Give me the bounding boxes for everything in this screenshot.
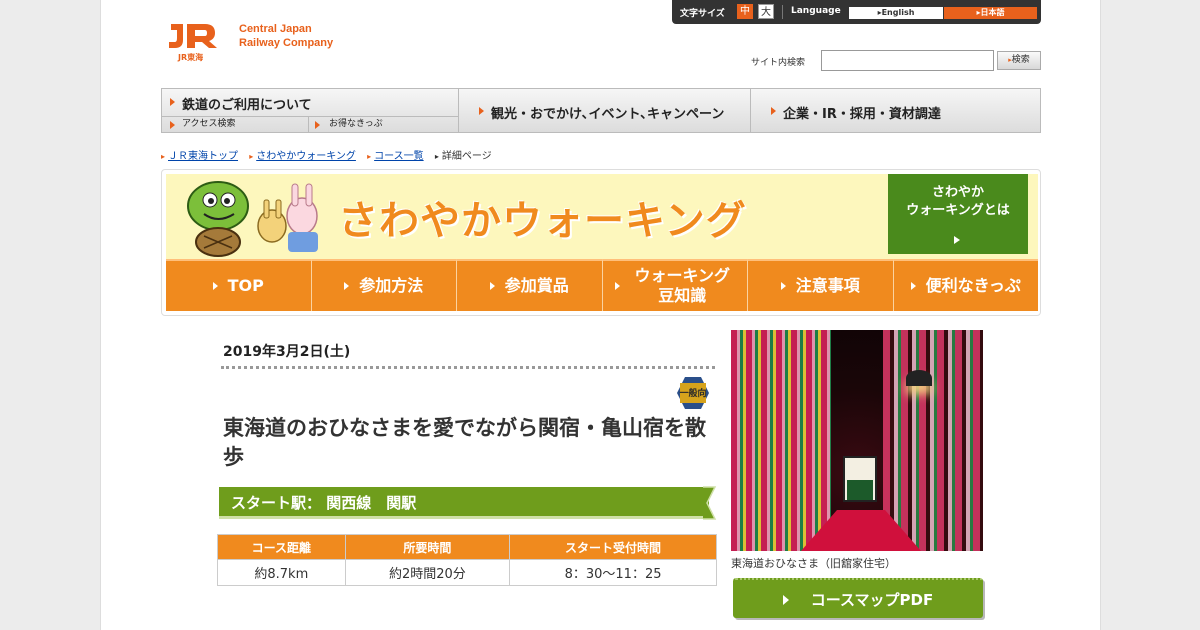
- breadcrumb: ▸ ＪＲ東海トップ ▸ さわやかウォーキング ▸ コース一覧 ▸ 詳細ページ: [161, 147, 500, 162]
- nav-corporate[interactable]: 企業・IR・採用・資材調達: [751, 89, 1040, 132]
- walking-banner: さわやかウォーキング さわやか ウォーキングとは TOP 参加方法 参加賞品 ウ…: [161, 169, 1041, 316]
- global-nav: 鉄道のご利用について アクセス検索 お得なきっぷ 観光・おでかけ､イベント､キャ…: [161, 88, 1041, 133]
- dotted-divider: [221, 366, 715, 369]
- value-duration: 約2時間20分: [344, 559, 511, 586]
- lamp-icon: [906, 370, 932, 386]
- table-row: 約8.7km 約2時間20分 8：30～11：25: [217, 559, 717, 586]
- arrow-icon: ▸: [249, 152, 254, 161]
- language-label: Language: [791, 6, 841, 16]
- menu-useful-tickets[interactable]: 便利なきっぷ: [893, 259, 1038, 311]
- search-button-label: 検索: [1011, 55, 1030, 65]
- menu-how-to-join[interactable]: 参加方法: [311, 259, 457, 311]
- jr-logo-mark-icon: [169, 24, 217, 48]
- course-photo: [731, 330, 983, 551]
- about-walking-line1: さわやか: [931, 185, 984, 200]
- nav-tourism-events[interactable]: 観光・おでかけ､イベント､キャンペーン: [459, 89, 751, 132]
- logo-company-name: Central Japan Railway Company: [239, 22, 333, 50]
- arrow-icon: ▸: [161, 152, 166, 161]
- language-english-button[interactable]: ▸English: [849, 7, 943, 19]
- arrow-icon: [315, 121, 320, 129]
- arrow-icon: [489, 282, 495, 290]
- page: Central Japan Railway Company JR東海 文字サイズ…: [100, 0, 1101, 630]
- menu-notes[interactable]: 注意事項: [748, 259, 894, 311]
- logo-name-line2: Railway Company: [239, 37, 334, 49]
- mascot-characters-icon: [187, 181, 318, 257]
- search-button[interactable]: ▸検索: [997, 51, 1041, 70]
- table-header-row: コース距離 所要時間 スタート受付時間: [217, 534, 717, 560]
- breadcrumb-walking[interactable]: さわやかウォーキング: [256, 151, 356, 162]
- nav-railway-use[interactable]: 鉄道のご利用について アクセス検索 お得なきっぷ: [162, 89, 459, 132]
- arrow-icon: [212, 282, 218, 290]
- menu-top[interactable]: TOP: [166, 259, 312, 311]
- photo-caption: 東海道おひなさま（旧舘家住宅）: [731, 557, 896, 570]
- nav-discount-tickets[interactable]: お得なきっぷ: [309, 116, 459, 132]
- nav-access-search-label: アクセス検索: [182, 119, 236, 129]
- menu-how-to-join-label: 参加方法: [359, 276, 424, 295]
- about-walking-button[interactable]: さわやか ウォーキングとは: [888, 174, 1028, 254]
- arrow-icon: [782, 595, 789, 605]
- menu-notes-label: 注意事項: [795, 276, 860, 295]
- menu-top-label: TOP: [227, 276, 264, 295]
- audience-badge-label: 一般向: [679, 389, 707, 399]
- language-japanese-label: 日本語: [980, 8, 1005, 17]
- header-distance: コース距離: [217, 534, 346, 560]
- arrow-icon: [780, 282, 786, 290]
- about-walking-line2: ウォーキングとは: [906, 203, 1010, 218]
- search-input[interactable]: [821, 50, 994, 71]
- menu-walking-tips-label: ウォーキング豆知識: [634, 266, 731, 305]
- arrow-icon: ▸: [434, 152, 439, 161]
- logo-name-line1: Central Japan: [239, 23, 312, 35]
- header-duration: 所要時間: [344, 534, 511, 560]
- breadcrumb-current: 詳細ページ: [441, 151, 492, 162]
- font-size-medium-button[interactable]: 中: [737, 4, 753, 19]
- nav-corporate-label: 企業・IR・採用・資材調達: [783, 107, 941, 122]
- language-english-label: English: [881, 8, 915, 17]
- menu-walking-tips[interactable]: ウォーキング豆知識: [602, 259, 748, 311]
- search-label: サイト内検索: [751, 58, 806, 68]
- value-start-reception: 8：30～11：25: [509, 559, 717, 586]
- course-info-table: コース距離 所要時間 スタート受付時間 約8.7km 約2時間20分 8：30～…: [217, 534, 717, 586]
- arrow-icon: [771, 107, 776, 115]
- arrow-icon: ▸: [367, 152, 372, 161]
- course-title: 東海道のおひなさまを愛でながら関宿・亀山宿を散歩: [223, 416, 706, 469]
- nav-tourism-events-label: 観光・おでかけ､イベント､キャンペーン: [491, 107, 725, 122]
- course-map-pdf-label: コースマップPDF: [810, 591, 934, 609]
- start-station-bar: スタート駅： 関西線 関駅: [219, 487, 709, 519]
- walking-menu: TOP 参加方法 参加賞品 ウォーキング豆知識 注意事項 便利なきっぷ: [166, 259, 1038, 311]
- nav-access-search[interactable]: アクセス検索: [162, 116, 309, 132]
- banner-header: さわやかウォーキング さわやか ウォーキングとは: [166, 174, 1038, 259]
- arrow-icon: [615, 282, 621, 290]
- value-distance: 約8.7km: [217, 559, 346, 586]
- hanging-decorations-left: [731, 330, 831, 551]
- menu-useful-tickets-label: 便利なきっぷ: [925, 276, 1021, 295]
- menu-prizes-label: 参加賞品: [504, 276, 569, 295]
- arrow-icon: [170, 121, 175, 129]
- arrow-icon: [954, 236, 960, 244]
- arrow-icon: [479, 107, 484, 115]
- ribbon-end-icon: [703, 486, 717, 520]
- logo-sub-text: JR東海: [178, 53, 204, 62]
- arrow-icon: [344, 282, 350, 290]
- breadcrumb-course-list[interactable]: コース一覧: [374, 151, 424, 162]
- utility-divider: [782, 5, 783, 19]
- jr-logo[interactable]: Central Japan Railway Company JR東海: [165, 18, 355, 64]
- arrow-icon: [910, 282, 916, 290]
- banner-title: さわやかウォーキング: [338, 198, 747, 244]
- breadcrumb-jr-top[interactable]: ＪＲ東海トップ: [168, 151, 238, 162]
- font-size-label: 文字サイズ: [680, 9, 725, 19]
- course-map-pdf-button[interactable]: コースマップPDF: [733, 578, 983, 618]
- menu-prizes[interactable]: 参加賞品: [457, 259, 603, 311]
- course-date: 2019年3月2日(土): [223, 344, 351, 360]
- nav-discount-tickets-label: お得なきっぷ: [329, 119, 383, 129]
- language-japanese-button[interactable]: ▸日本語: [944, 7, 1037, 19]
- hina-dolls: [847, 480, 873, 500]
- utility-bar: 文字サイズ 中 大 Language ▸English ▸日本語: [672, 0, 1041, 24]
- arrow-icon: [170, 98, 175, 106]
- nav-railway-use-label: 鉄道のご利用について: [182, 98, 312, 113]
- font-size-large-button[interactable]: 大: [758, 4, 774, 19]
- header-start-reception: スタート受付時間: [509, 534, 717, 560]
- hanging-decorations-right: [883, 330, 983, 551]
